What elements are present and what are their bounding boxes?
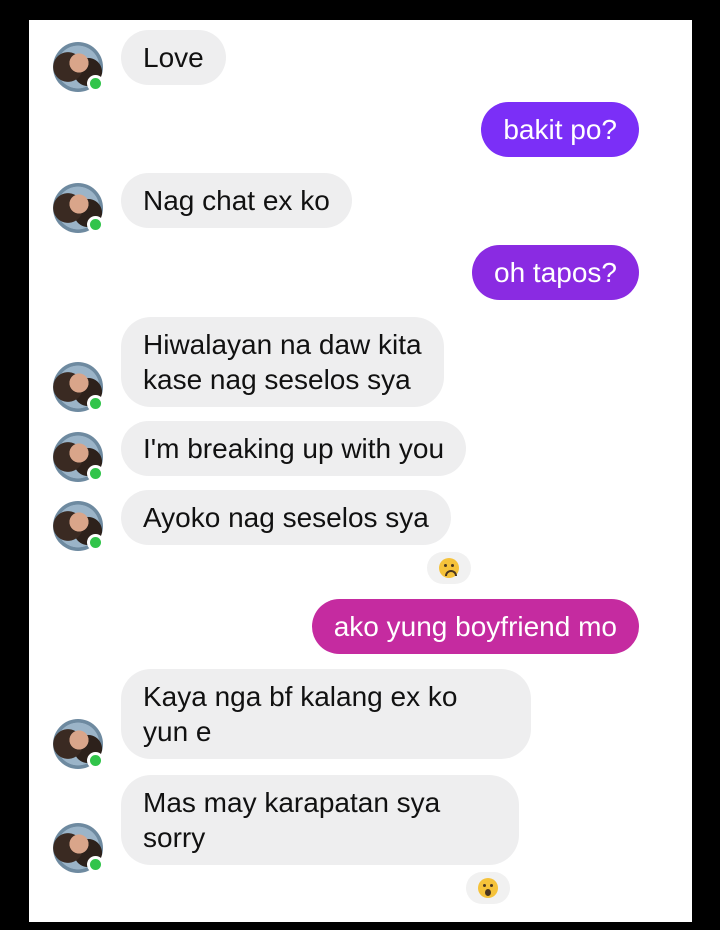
message-line: Kaya nga bf kalang ex ko (143, 681, 458, 712)
incoming-message[interactable]: Nag chat ex ko (121, 173, 352, 228)
contact-avatar[interactable] (53, 42, 104, 92)
outgoing-message[interactable]: ako yung boyfriend mo (311, 599, 639, 654)
contact-avatar[interactable] (53, 432, 104, 482)
online-status-dot (87, 395, 104, 412)
message-line: kase nag seselos sya (143, 364, 411, 395)
contact-avatar[interactable] (53, 501, 104, 551)
incoming-message[interactable]: Hiwalayan na daw kita kase nag seselos s… (121, 317, 444, 407)
message-reaction[interactable] (466, 872, 510, 904)
chat-thread: Love bakit po? Nag chat ex ko oh tapos? … (29, 20, 692, 922)
online-status-dot (87, 465, 104, 482)
surprised-face-emoji (478, 878, 498, 898)
incoming-message[interactable]: Ayoko nag seselos sya (121, 490, 451, 545)
contact-avatar[interactable] (53, 823, 104, 873)
online-status-dot (87, 216, 104, 233)
online-status-dot (87, 75, 104, 92)
online-status-dot (87, 534, 104, 551)
contact-avatar[interactable] (53, 183, 104, 233)
online-status-dot (87, 752, 104, 769)
message-line: yun e (143, 716, 212, 747)
contact-avatar[interactable] (53, 719, 104, 769)
online-status-dot (87, 856, 104, 873)
sad-face-emoji (439, 558, 459, 578)
outgoing-message[interactable]: oh tapos? (472, 245, 639, 300)
message-reaction[interactable] (427, 552, 471, 584)
outgoing-message[interactable]: bakit po? (481, 102, 639, 157)
message-line: Mas may karapatan sya (143, 787, 441, 818)
incoming-message[interactable]: Kaya nga bf kalang ex ko yun e (121, 669, 531, 759)
contact-avatar[interactable] (53, 362, 104, 412)
message-line: sorry (143, 822, 206, 853)
incoming-message[interactable]: Love (121, 30, 226, 85)
message-line: Hiwalayan na daw kita (143, 329, 422, 360)
incoming-message[interactable]: I'm breaking up with you (121, 421, 467, 476)
incoming-message[interactable]: Mas may karapatan sya sorry (121, 775, 519, 865)
